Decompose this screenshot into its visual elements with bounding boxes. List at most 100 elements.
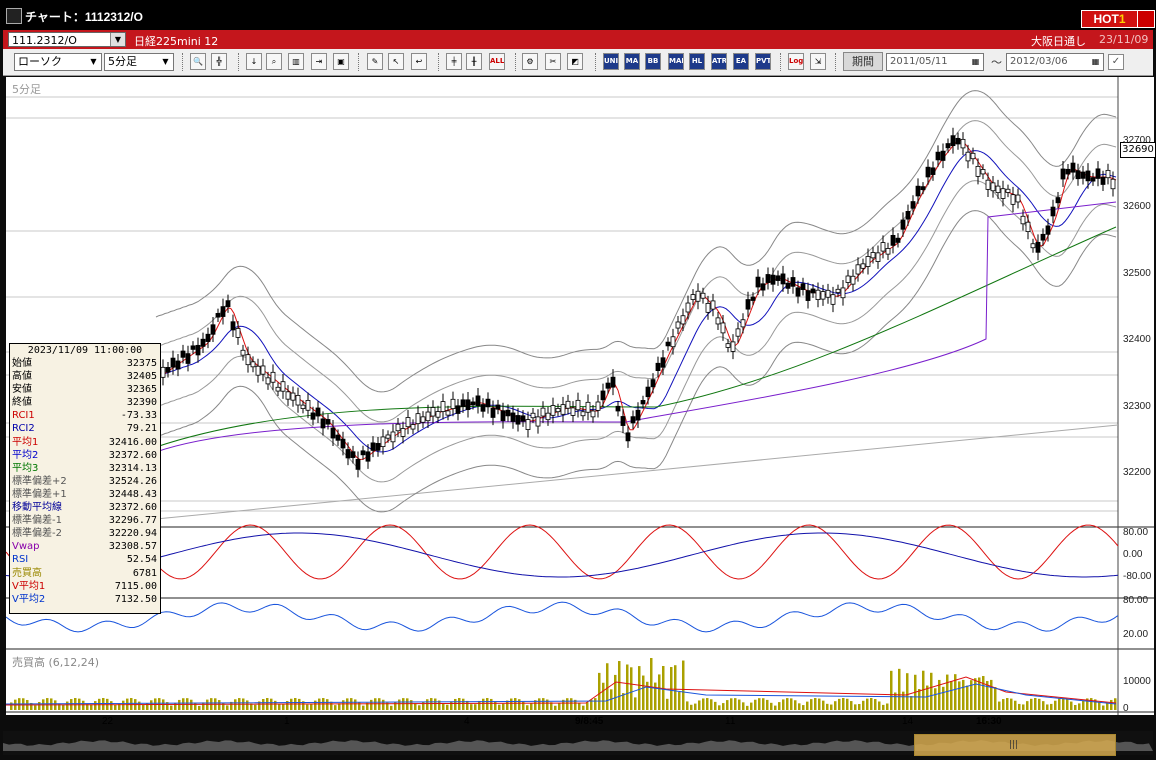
candle-body bbox=[640, 400, 646, 405]
wrench-icon[interactable]: ✂ bbox=[545, 53, 561, 70]
apply-checkbox[interactable]: ✓ bbox=[1108, 54, 1124, 70]
ea-button[interactable]: EA bbox=[733, 53, 749, 70]
volume-bar bbox=[1110, 699, 1113, 710]
chart-canvas[interactable] bbox=[5, 77, 1154, 715]
volume-bar bbox=[510, 698, 513, 710]
toolbar-separator bbox=[515, 53, 518, 71]
chevron-down-icon[interactable]: ▼ bbox=[87, 55, 100, 69]
info-label: 始値 bbox=[12, 358, 32, 369]
candle-body bbox=[975, 165, 981, 177]
chart-type-select[interactable]: ローソク ▼ bbox=[14, 53, 102, 71]
volume-bar bbox=[658, 674, 661, 710]
chevron-down-icon[interactable]: ▼ bbox=[159, 55, 172, 69]
chevron-down-icon[interactable]: ▼ bbox=[110, 33, 125, 46]
volume-bar bbox=[1034, 698, 1037, 710]
candle-body bbox=[715, 317, 721, 325]
volume-bar bbox=[642, 675, 645, 710]
volume-bar bbox=[902, 691, 905, 710]
volume-bar bbox=[362, 705, 365, 710]
volume-bar bbox=[882, 704, 885, 710]
volume-bar bbox=[782, 699, 785, 710]
interval-select[interactable]: 5分足 ▼ bbox=[104, 53, 174, 71]
volume-bar bbox=[354, 699, 357, 710]
symbol-code-select[interactable]: 111.2312/O ▼ bbox=[8, 32, 126, 47]
candle-body bbox=[290, 392, 296, 401]
ma-button[interactable]: MA bbox=[624, 53, 640, 70]
volume-bar bbox=[454, 698, 457, 710]
grip-icon[interactable]: ||| bbox=[1009, 740, 1018, 750]
volume-bar bbox=[1050, 703, 1053, 710]
search-icon[interactable]: ⌕ bbox=[266, 53, 282, 70]
all-button[interactable]: ALL bbox=[489, 53, 505, 70]
volume-bar bbox=[682, 660, 685, 710]
cursor-icon[interactable]: ↖ bbox=[388, 53, 404, 70]
candle-body bbox=[1045, 225, 1051, 235]
candle-body bbox=[745, 299, 751, 310]
volume-bar bbox=[714, 701, 717, 710]
volume-bar bbox=[1042, 701, 1045, 710]
candle-body bbox=[595, 401, 601, 411]
info-row: 始値 32375 bbox=[10, 357, 160, 370]
candle-body bbox=[325, 419, 331, 425]
info-label: 平均3 bbox=[12, 462, 39, 474]
volume-bar bbox=[110, 701, 113, 710]
bollinger-lower2-line bbox=[155, 210, 1117, 513]
date-from-field[interactable]: 2011/05/11 ▦ bbox=[886, 53, 984, 71]
toolbar-separator bbox=[238, 53, 241, 71]
candle-a-icon[interactable]: ╪ bbox=[446, 53, 462, 70]
hot-button[interactable]: HOT1 bbox=[1081, 10, 1138, 28]
volume-bar bbox=[198, 705, 201, 710]
candle-body bbox=[490, 407, 496, 418]
arrow-down-icon[interactable]: ↓ bbox=[246, 53, 262, 70]
volume-bar bbox=[1018, 703, 1021, 710]
pvt-button[interactable]: PVT bbox=[755, 53, 771, 70]
candle-body bbox=[920, 186, 926, 191]
navigator-handle[interactable]: ||| bbox=[914, 734, 1116, 756]
atr-button[interactable]: ATR bbox=[711, 53, 727, 70]
uni-button[interactable]: UNI bbox=[603, 53, 619, 70]
chart-interval-label: 5分足 bbox=[12, 83, 41, 96]
info-value: 32296.77 bbox=[108, 515, 157, 527]
candle-body bbox=[430, 407, 436, 417]
rci2-line bbox=[5, 532, 1119, 578]
volume-bar bbox=[1102, 705, 1105, 710]
calendar-icon[interactable]: ▦ bbox=[969, 55, 982, 69]
volume-bar bbox=[990, 679, 993, 710]
crosshair-icon[interactable]: ╬ bbox=[211, 53, 227, 70]
volume-bar bbox=[426, 699, 429, 710]
lock-icon[interactable]: ▣ bbox=[333, 53, 349, 70]
gear-icon[interactable]: ⚙ bbox=[522, 53, 538, 70]
volume-bar bbox=[838, 698, 841, 710]
candle-body bbox=[785, 282, 791, 289]
volume-bar bbox=[586, 702, 589, 710]
undo-icon[interactable]: ↩ bbox=[411, 53, 427, 70]
hl-button[interactable]: HL bbox=[689, 53, 705, 70]
volume-bar bbox=[650, 658, 653, 710]
info-value: 32416.00 bbox=[108, 436, 157, 448]
bb-button[interactable]: BB bbox=[645, 53, 661, 70]
mae-button[interactable]: MAE bbox=[668, 53, 684, 70]
candle-body bbox=[395, 423, 401, 432]
candle-body bbox=[380, 436, 386, 448]
calendar-icon[interactable]: ▦ bbox=[1089, 55, 1102, 69]
period-button[interactable]: 期間 bbox=[843, 52, 883, 71]
palette-icon[interactable]: ◩ bbox=[567, 53, 583, 70]
candle-body bbox=[1005, 188, 1011, 193]
pen-icon[interactable]: ✎ bbox=[367, 53, 383, 70]
info-value: 79.21 bbox=[126, 423, 157, 435]
candle-body bbox=[560, 404, 566, 415]
export-icon[interactable]: ⇲ bbox=[810, 53, 826, 70]
volume-bar bbox=[754, 699, 757, 710]
bar-chart-icon[interactable]: ▥ bbox=[288, 53, 304, 70]
log-button[interactable]: Log bbox=[788, 53, 804, 70]
split-icon[interactable]: ⇥ bbox=[311, 53, 327, 70]
candle-body bbox=[860, 263, 866, 269]
bollinger-upper1-line bbox=[155, 120, 1117, 423]
candle-b-icon[interactable]: ╫ bbox=[466, 53, 482, 70]
window-close-button[interactable] bbox=[1137, 10, 1155, 28]
zoom-icon[interactable]: 🔍 bbox=[190, 53, 206, 70]
info-label: 高値 bbox=[12, 371, 32, 383]
info-label: 平均2 bbox=[12, 449, 39, 461]
date-to-field[interactable]: 2012/03/06 ▦ bbox=[1006, 53, 1104, 71]
candle-body bbox=[780, 273, 786, 285]
